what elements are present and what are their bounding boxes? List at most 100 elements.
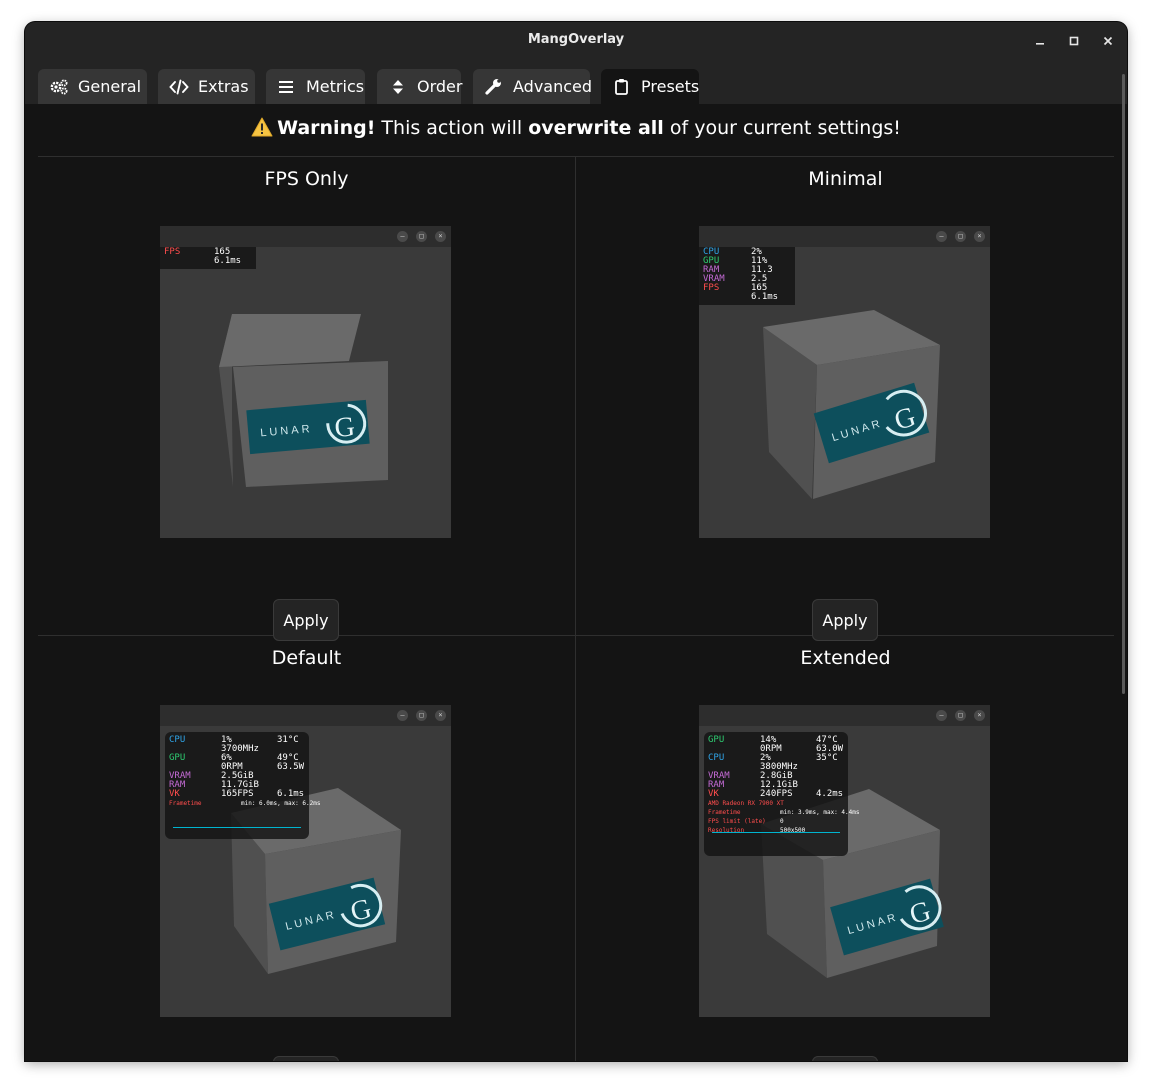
preview-close-icon: × xyxy=(974,231,985,242)
preview-titlebar: – □ × xyxy=(699,705,990,726)
preset-preview: – □ × LUNAR G GPU 14% 47°C 0RPM 63.0W CPU 2% 35°C 380… xyxy=(699,705,990,1017)
maximize-icon xyxy=(1069,36,1079,46)
tab-presets-label: Presets xyxy=(641,77,700,96)
tab-order-label: Order xyxy=(417,77,463,96)
hud-value: 6.1ms xyxy=(751,292,779,302)
hud-label: CPU xyxy=(708,753,725,763)
warning-banner: Warning! This action will overwrite all … xyxy=(25,117,1127,142)
hud-value: min: 6.0ms, max: 6.2ms xyxy=(241,800,321,807)
hud-label: FPS xyxy=(164,247,181,257)
presets-page: Warning! This action will overwrite all … xyxy=(25,104,1127,1061)
tab-advanced-label: Advanced xyxy=(513,77,593,96)
frametime-graph xyxy=(712,832,840,833)
preview-maximize-icon: □ xyxy=(416,231,427,242)
hud-value-secondary: 63.5W xyxy=(277,762,305,772)
preview-viewport: LUNAR G FPS 165 6.1ms xyxy=(160,247,451,538)
preset-title: Extended xyxy=(800,647,891,669)
maximize-button[interactable] xyxy=(1063,30,1085,52)
title-bar: MangOverlay xyxy=(25,22,1127,60)
preview-titlebar: – □ × xyxy=(160,705,451,726)
hud-row: 6.1ms xyxy=(164,257,252,266)
hud-label: Frametime xyxy=(169,800,202,807)
lunarg-cube: LUNAR G xyxy=(219,314,388,487)
tab-advanced[interactable]: Advanced xyxy=(473,69,593,104)
divider-vertical xyxy=(575,157,576,1061)
hud-value: min: 3.9ms, max: 4.4ms xyxy=(780,809,860,816)
preview-viewport: LUNAR G CPU 1% 31°C 3700MHz GPU 6% 49°C 0RPM 63.5W… xyxy=(160,726,451,1017)
tab-extras-label: Extras xyxy=(198,77,249,96)
tab-metrics[interactable]: Metrics xyxy=(266,69,365,104)
hud-value: 165FPS xyxy=(221,789,254,799)
apply-button[interactable]: Apply xyxy=(812,599,878,641)
hud-label: GPU xyxy=(708,735,725,745)
hud-label: Frametime xyxy=(708,809,741,816)
preview-maximize-icon: □ xyxy=(955,710,966,721)
hud-label: FPS xyxy=(703,283,720,293)
warning-text-1: This action will xyxy=(381,117,523,139)
tab-order[interactable]: Order xyxy=(377,69,463,104)
preview-close-icon: × xyxy=(435,231,446,242)
hud-row: VK 240FPS 4.2ms xyxy=(708,790,844,799)
warning-text-2: of your current settings! xyxy=(669,117,901,139)
preset-title: Default xyxy=(271,647,342,669)
hud-label: CPU xyxy=(169,735,186,745)
hud-row: Frametime min: 6.0ms, max: 6.2ms xyxy=(169,799,320,808)
warning-emphasis: overwrite all xyxy=(528,117,664,139)
hud-overlay: CPU 1% 31°C 3700MHz GPU 6% 49°C 0RPM 63.5W VRAM 2.… xyxy=(165,732,320,839)
code-icon xyxy=(169,78,189,96)
preview-minimize-icon: – xyxy=(936,710,947,721)
preset-preview: – □ × LUNAR G FPS 165 6.1ms xyxy=(160,226,451,538)
app-window: MangOverlay General Extras Metrics Order… xyxy=(25,22,1127,1061)
preview-maximize-icon: □ xyxy=(416,710,427,721)
hud-value: 6.1ms xyxy=(214,256,242,266)
tab-bar: General Extras Metrics Order Advanced Pr… xyxy=(25,60,1127,104)
hud-row: FPS limit (late) 0 xyxy=(708,817,844,826)
hud-row: VK 165FPS 6.1ms xyxy=(169,790,305,799)
gears-icon xyxy=(49,78,69,96)
wrench-icon xyxy=(484,78,504,96)
preview-viewport: LUNAR G CPU 2% GPU 11% RAM 11.3 VRAM 2.5 FPS 165 6.1… xyxy=(699,247,990,538)
tab-extras[interactable]: Extras xyxy=(158,69,255,104)
hud-label: Resolution xyxy=(708,827,745,834)
window-title: MangOverlay xyxy=(527,32,625,47)
hud-overlay: CPU 2% GPU 11% RAM 11.3 VRAM 2.5 FPS 165 6.1ms xyxy=(699,247,795,305)
hud-label: VK xyxy=(708,789,719,799)
warning-prefix: Warning! xyxy=(277,117,376,139)
close-button[interactable] xyxy=(1097,30,1119,52)
preset-title: FPS Only xyxy=(264,168,349,190)
hud-overlay: GPU 14% 47°C 0RPM 63.0W CPU 2% 35°C 3800MHz VRAM 2… xyxy=(704,732,859,856)
hud-label: AMD Radeon RX 7900 XT xyxy=(708,800,784,807)
preview-maximize-icon: □ xyxy=(955,231,966,242)
tab-general[interactable]: General xyxy=(38,69,147,104)
preset-title: Minimal xyxy=(808,168,883,190)
preview-close-icon: × xyxy=(974,710,985,721)
preview-viewport: LUNAR G GPU 14% 47°C 0RPM 63.0W CPU 2% 35°C 3800MH… xyxy=(699,726,990,1017)
preview-titlebar: – □ × xyxy=(160,226,451,247)
hud-row: 6.1ms xyxy=(703,293,791,302)
hud-value-secondary: 6.1ms xyxy=(277,789,305,799)
preview-minimize-icon: – xyxy=(397,231,408,242)
tab-general-label: General xyxy=(78,77,142,96)
hud-value-secondary: 35°C xyxy=(816,753,838,763)
scrollbar-thumb[interactable] xyxy=(1122,74,1125,694)
tab-metrics-label: Metrics xyxy=(306,77,365,96)
apply-button-partial[interactable] xyxy=(273,1056,339,1061)
apply-button[interactable]: Apply xyxy=(273,599,339,641)
preview-minimize-icon: – xyxy=(936,231,947,242)
preview-minimize-icon: – xyxy=(397,710,408,721)
divider-top xyxy=(38,156,1114,157)
hud-row: AMD Radeon RX 7900 XT xyxy=(708,799,844,808)
divider-middle xyxy=(38,635,1114,636)
preview-titlebar: – □ × xyxy=(699,226,990,247)
frametime-graph xyxy=(173,827,301,828)
hud-value: 500x500 xyxy=(780,827,806,834)
apply-button-partial[interactable] xyxy=(812,1056,878,1061)
hud-label: GPU xyxy=(169,753,186,763)
hud-label: VK xyxy=(169,789,180,799)
tab-presets[interactable]: Presets xyxy=(601,69,699,104)
minimize-button[interactable] xyxy=(1029,30,1051,52)
hud-value-secondary: 4.2ms xyxy=(816,789,844,799)
hud-label: FPS limit (late) xyxy=(708,818,766,825)
preset-preview: – □ × LUNAR G CPU 2% GPU 11% RAM 11.3 VRAM 2.5 FPS 165… xyxy=(699,226,990,538)
minimize-icon xyxy=(1036,43,1044,45)
